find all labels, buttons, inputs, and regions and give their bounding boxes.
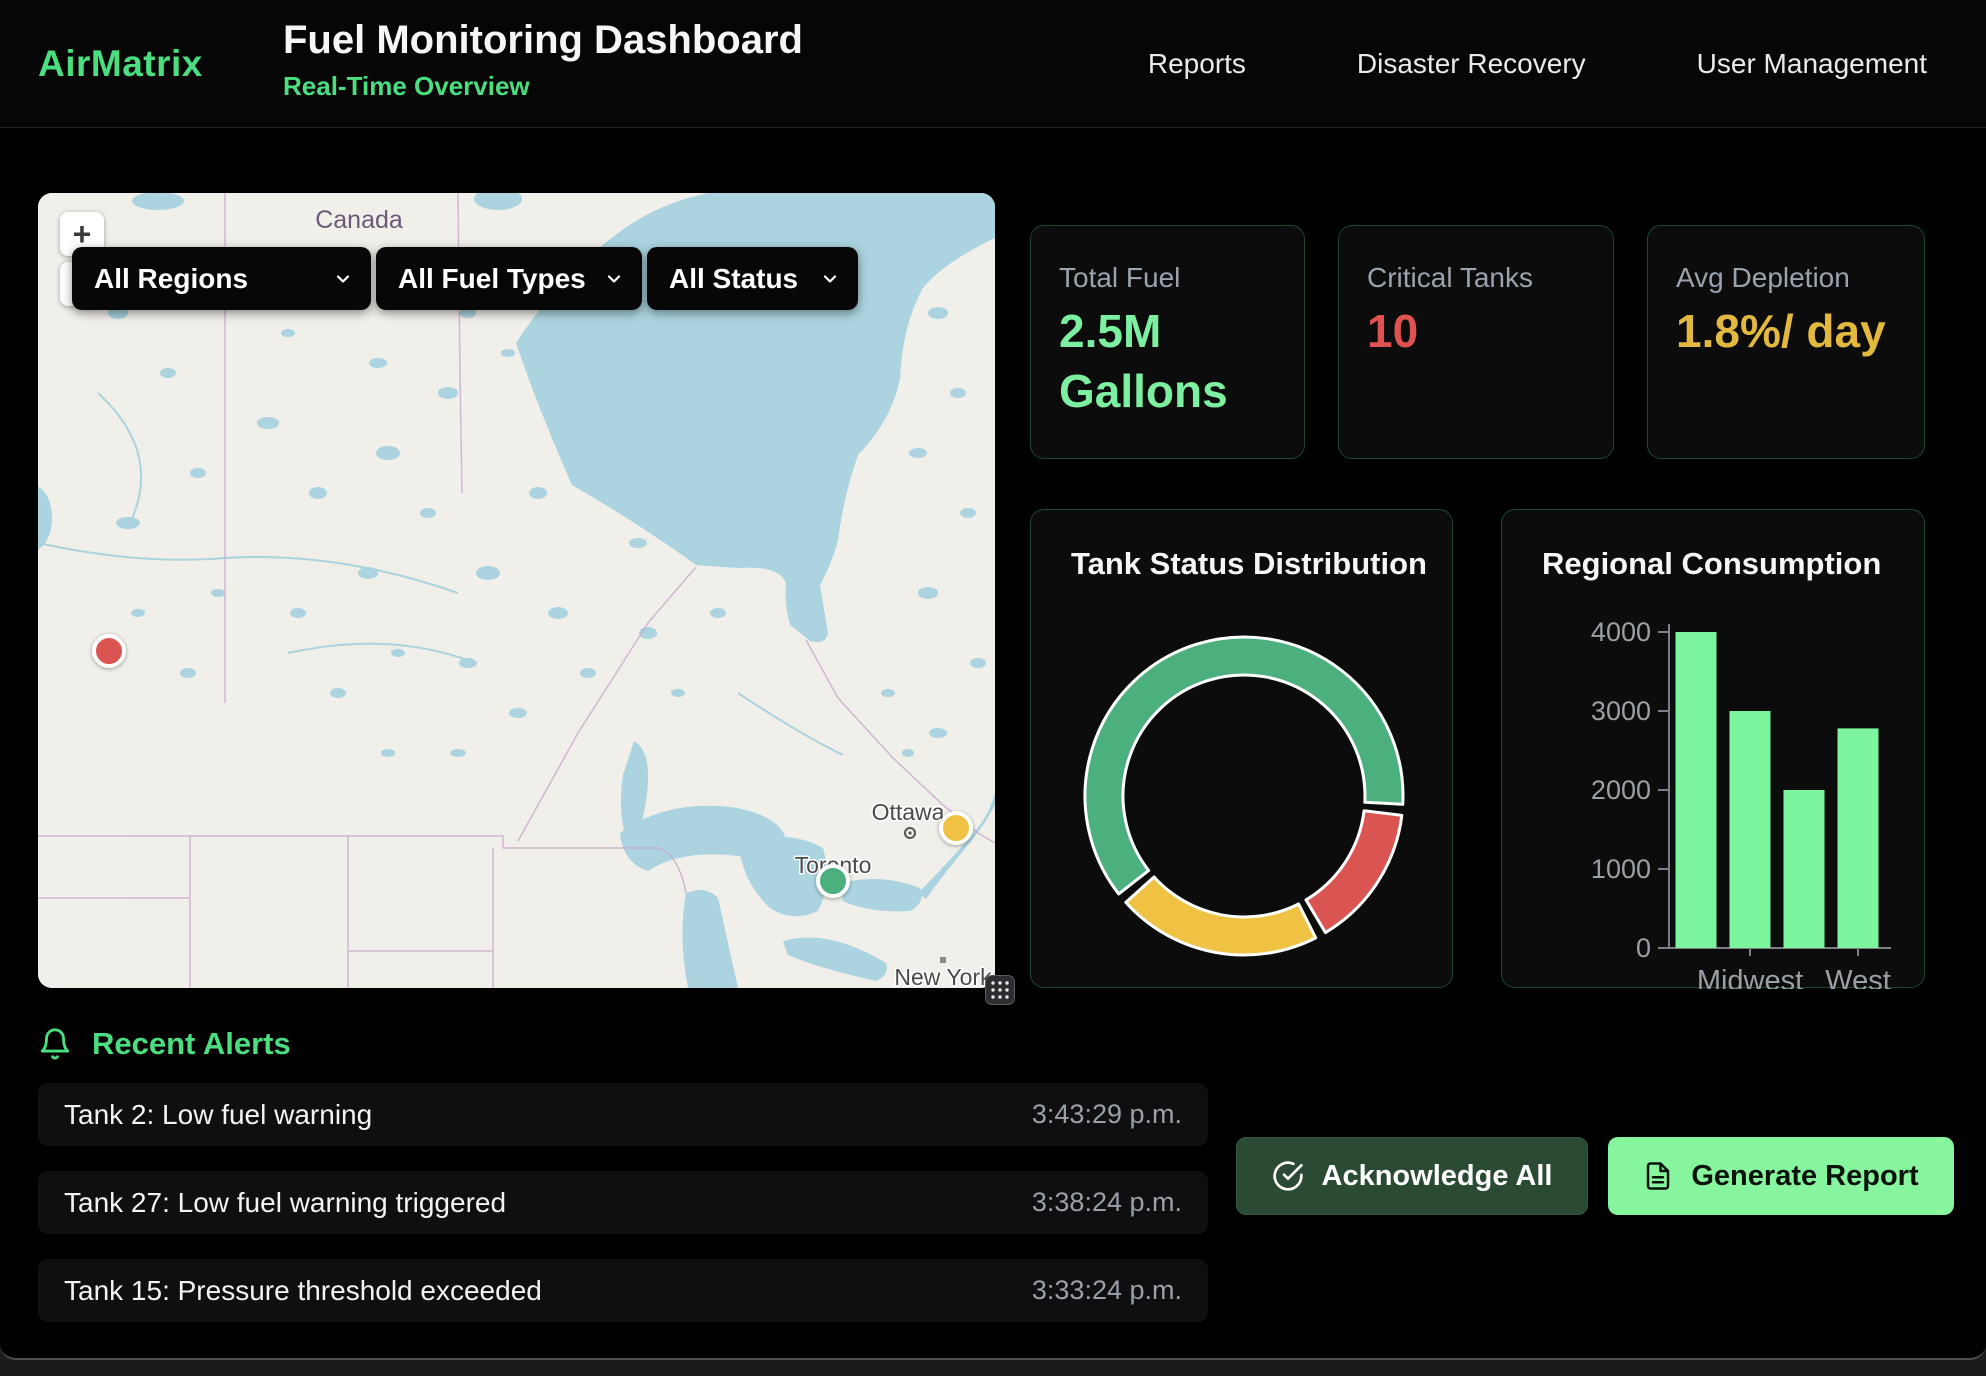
alert-row[interactable]: Tank 2: Low fuel warning 3:43:29 p.m. bbox=[38, 1083, 1208, 1146]
page-title: Fuel Monitoring Dashboard bbox=[283, 17, 803, 63]
dots-grid-icon bbox=[989, 979, 1011, 1001]
chevron-down-icon bbox=[333, 269, 353, 289]
generate-report-label: Generate Report bbox=[1691, 1160, 1918, 1193]
nav-user-management[interactable]: User Management bbox=[1697, 48, 1927, 80]
map-label-canada: Canada bbox=[315, 206, 403, 234]
check-circle-icon bbox=[1272, 1160, 1304, 1192]
new-york-town-icon bbox=[940, 957, 946, 963]
status-filter-select[interactable]: All Status bbox=[647, 247, 858, 310]
stat-value: 10 bbox=[1367, 302, 1585, 362]
svg-text:2000: 2000 bbox=[1591, 775, 1651, 805]
map-panel[interactable]: Canada Ottawa Toronto New York + All Reg… bbox=[38, 193, 995, 988]
donut-segment-critical bbox=[1306, 811, 1402, 933]
stat-card-critical-tanks: Critical Tanks 10 bbox=[1338, 225, 1614, 459]
acknowledge-all-label: Acknowledge All bbox=[1322, 1160, 1553, 1193]
fuel-type-filter-value: All Fuel Types bbox=[398, 263, 586, 295]
region-filter-select[interactable]: All Regions bbox=[72, 247, 371, 310]
stat-value: 2.5M Gallons bbox=[1059, 302, 1276, 422]
page-subtitle: Real-Time Overview bbox=[283, 71, 803, 102]
alert-row[interactable]: Tank 27: Low fuel warning triggered 3:38… bbox=[38, 1171, 1208, 1234]
bar-Midwest bbox=[1730, 711, 1771, 948]
alert-timestamp: 3:43:29 p.m. bbox=[1032, 1099, 1182, 1130]
brand-logo[interactable]: AirMatrix bbox=[38, 0, 203, 127]
svg-text:3000: 3000 bbox=[1591, 696, 1651, 726]
tank-marker-normal[interactable] bbox=[816, 864, 850, 898]
dashboard-window: AirMatrix Fuel Monitoring Dashboard Real… bbox=[0, 0, 1986, 1360]
stat-label: Avg Depletion bbox=[1676, 262, 1896, 294]
alert-timestamp: 3:38:24 p.m. bbox=[1032, 1187, 1182, 1218]
alert-row[interactable]: Tank 15: Pressure threshold exceeded 3:3… bbox=[38, 1259, 1208, 1322]
svg-text:West: West bbox=[1825, 965, 1891, 989]
svg-text:4000: 4000 bbox=[1591, 617, 1651, 647]
ottawa-town-dot bbox=[908, 831, 911, 834]
resize-grid-handle[interactable] bbox=[985, 975, 1015, 1005]
tank-status-distribution-card: Tank Status Distribution bbox=[1030, 509, 1453, 988]
alert-message: Tank 27: Low fuel warning triggered bbox=[64, 1187, 506, 1219]
bar-series-0 bbox=[1676, 632, 1717, 948]
bar-chart: 0 1000 2000 3000 4000 Midwest West bbox=[1502, 510, 1926, 989]
chevron-down-icon bbox=[820, 269, 840, 289]
acknowledge-all-button[interactable]: Acknowledge All bbox=[1236, 1137, 1588, 1215]
nav-disaster-recovery[interactable]: Disaster Recovery bbox=[1357, 48, 1586, 80]
alert-message: Tank 15: Pressure threshold exceeded bbox=[64, 1275, 542, 1307]
map-canvas[interactable]: Canada Ottawa Toronto New York bbox=[38, 193, 995, 988]
svg-text:1000: 1000 bbox=[1591, 854, 1651, 884]
map-label-ottawa: Ottawa bbox=[872, 799, 945, 825]
report-file-icon bbox=[1643, 1161, 1673, 1191]
stat-card-avg-depletion: Avg Depletion 1.8%/ day bbox=[1647, 225, 1925, 459]
donut-chart bbox=[1031, 510, 1454, 989]
fuel-type-filter-select[interactable]: All Fuel Types bbox=[376, 247, 642, 310]
header: AirMatrix Fuel Monitoring Dashboard Real… bbox=[0, 0, 1986, 128]
donut-segment-warning bbox=[1126, 877, 1316, 955]
alert-message: Tank 2: Low fuel warning bbox=[64, 1099, 372, 1131]
map-label-new-york: New York bbox=[894, 964, 992, 988]
region-filter-value: All Regions bbox=[94, 263, 248, 295]
stat-value: 1.8%/ day bbox=[1676, 302, 1896, 362]
tank-marker-critical[interactable] bbox=[92, 634, 126, 668]
svg-text:Midwest: Midwest bbox=[1697, 965, 1803, 989]
nav-reports[interactable]: Reports bbox=[1148, 48, 1246, 80]
recent-alerts-title: Recent Alerts bbox=[92, 1026, 291, 1062]
status-filter-value: All Status bbox=[669, 263, 798, 295]
alert-timestamp: 3:33:24 p.m. bbox=[1032, 1275, 1182, 1306]
stat-card-total-fuel: Total Fuel 2.5M Gallons bbox=[1030, 225, 1305, 459]
generate-report-button[interactable]: Generate Report bbox=[1608, 1137, 1954, 1215]
stat-label: Critical Tanks bbox=[1367, 262, 1585, 294]
bell-icon bbox=[38, 1027, 72, 1061]
bar-West bbox=[1838, 728, 1879, 948]
recent-alerts-header: Recent Alerts bbox=[38, 1026, 291, 1062]
stat-label: Total Fuel bbox=[1059, 262, 1276, 294]
chevron-down-icon bbox=[604, 269, 624, 289]
map-filter-bar: All Regions All Fuel Types All Status bbox=[72, 247, 858, 310]
bar-series-2 bbox=[1784, 790, 1825, 948]
regional-consumption-card: Regional Consumption 01000200030004000Mi… bbox=[1501, 509, 1925, 988]
svg-text:0: 0 bbox=[1636, 933, 1651, 963]
top-nav: Reports Disaster Recovery User Managemen… bbox=[1148, 0, 1927, 127]
title-block: Fuel Monitoring Dashboard Real-Time Over… bbox=[283, 17, 803, 102]
tank-marker-warning[interactable] bbox=[939, 811, 973, 845]
